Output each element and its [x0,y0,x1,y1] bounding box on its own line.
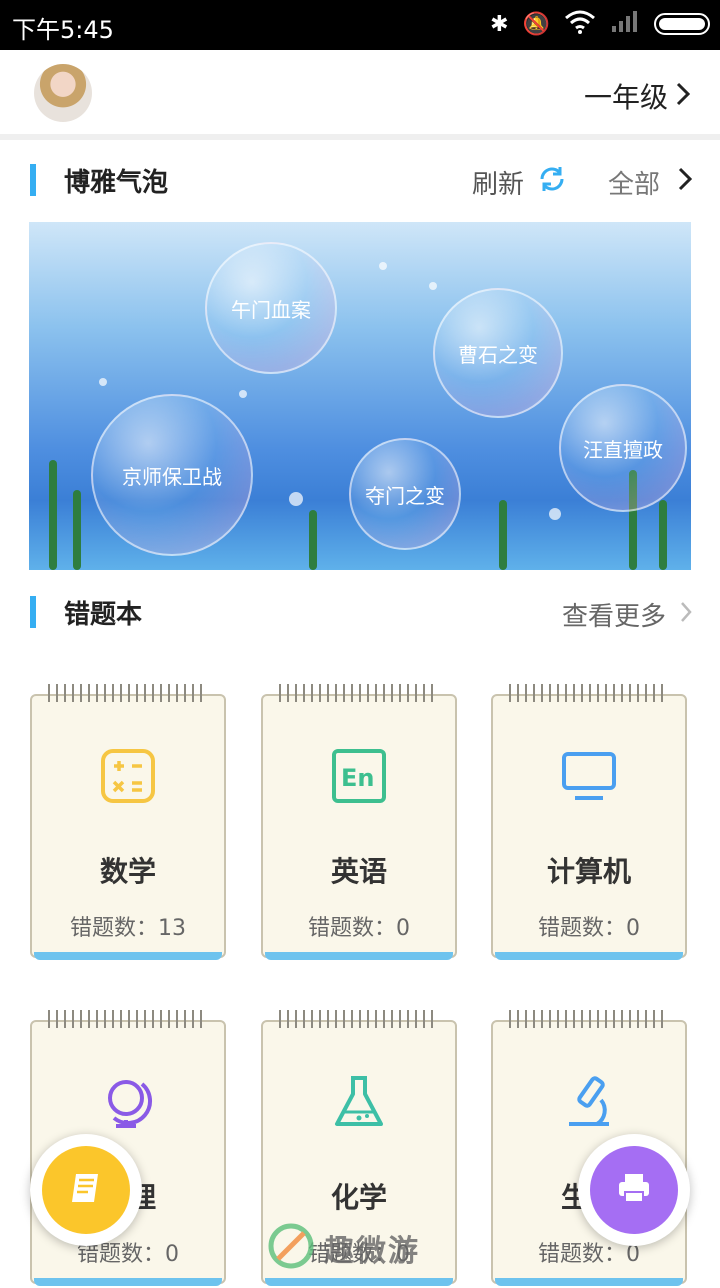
microscope-icon [561,1074,617,1130]
top-bar: 一年级 [0,50,720,134]
watermark: 趣微游 [268,1222,468,1274]
notebook-rings [509,1010,669,1028]
all-button[interactable]: 全部 [607,164,693,201]
bubbles-section-title: 博雅气泡 [64,167,169,198]
fab-inner [590,1146,678,1234]
english-icon: En [331,748,387,804]
subject-name: 英语 [330,855,387,888]
signal-icon [610,10,640,38]
section-accent-bar [30,164,36,196]
watermark-logo-icon [268,1223,314,1273]
refresh-icon [538,165,566,200]
seaweed [309,510,317,570]
avatar[interactable] [34,64,92,122]
divider [0,134,720,140]
seaweed [499,500,507,570]
status-time: 下午5:45 [12,16,114,44]
status-bar: 下午5:45 ✱ 🔕 [0,0,720,50]
particle [379,262,387,270]
mistake-count: 错题数：0 [537,1242,640,1267]
subject-name: 数学 [99,855,156,888]
wifi-icon [564,10,596,38]
refresh-label: 刷新 [471,170,524,200]
subject-card-english[interactable]: En 英语 错题数：0 [261,684,457,962]
flask-icon [331,1074,387,1130]
printer-icon [616,1170,652,1210]
notebook-edge [495,1278,683,1286]
notebook-rings [279,684,439,702]
bluetooth-icon: ✱ [490,11,509,37]
view-more-button[interactable]: 查看更多 [562,596,692,633]
chevron-right-icon [678,167,693,198]
bubble-item[interactable]: 夺门之变 [349,438,461,550]
subject-card-math[interactable]: 数学 错题数：13 [30,684,226,962]
notebook-rings [509,684,669,702]
fab-inner [42,1146,130,1234]
mistake-count: 错题数：0 [307,916,410,941]
status-icons: ✱ 🔕 [490,10,710,38]
refresh-button[interactable]: 刷新 [472,164,566,201]
bubble-item[interactable]: 午门血案 [205,242,337,374]
bubble-item[interactable]: 京师保卫战 [91,394,253,556]
section-accent-bar [30,596,36,628]
view-more-label: 查看更多 [561,602,666,632]
mistake-count: 错题数：0 [537,916,640,941]
notebook-edge [34,1278,222,1286]
chevron-right-icon [676,80,691,113]
bubbles-section-header: 博雅气泡 [30,162,168,198]
mistake-count: 错题数：13 [69,916,186,941]
notebook-fab-button[interactable] [30,1134,142,1246]
particle [289,492,303,506]
subject-name: 计算机 [546,855,631,888]
particle [429,282,437,290]
particle [239,390,247,398]
seaweed [659,500,667,570]
particle [549,508,561,520]
book-icon [68,1170,104,1210]
grade-selector[interactable]: 一年级 [583,76,691,116]
bubbles-actions: 刷新 全部 [472,164,693,201]
mistakes-section-header: 错题本 [30,594,142,630]
subject-name: 化学 [330,1181,387,1214]
calculator-icon [100,748,156,804]
monitor-icon [561,748,617,804]
seaweed [73,490,81,570]
svg-text:En: En [341,764,374,792]
notebook-edge [495,952,683,960]
notebook-edge [34,952,222,960]
mistakes-section-title: 错题本 [64,599,143,630]
bubble-item[interactable]: 汪直擅政 [559,384,687,512]
watermark-text: 趣微游 [324,1234,420,1269]
battery-icon [654,13,710,35]
particle [99,378,107,386]
grade-label: 一年级 [583,81,668,114]
notebook-rings [48,684,208,702]
subject-card-computer[interactable]: 计算机 错题数：0 [491,684,687,962]
bubble-item[interactable]: 曹石之变 [433,288,563,418]
notebook-rings [279,1010,439,1028]
notebook-edge [265,952,453,960]
notebook-edge [265,1278,453,1286]
globe-icon [100,1074,156,1130]
seaweed [49,460,57,570]
all-label: 全部 [607,170,660,200]
mistake-count: 错题数：0 [76,1242,179,1267]
bubble-banner: 午门血案 曹石之变 汪直擅政 京师保卫战 夺门之变 [29,222,691,570]
notebook-rings [48,1010,208,1028]
print-fab-button[interactable] [578,1134,690,1246]
chevron-right-icon [680,600,692,630]
mute-icon: 🔕 [522,11,550,37]
